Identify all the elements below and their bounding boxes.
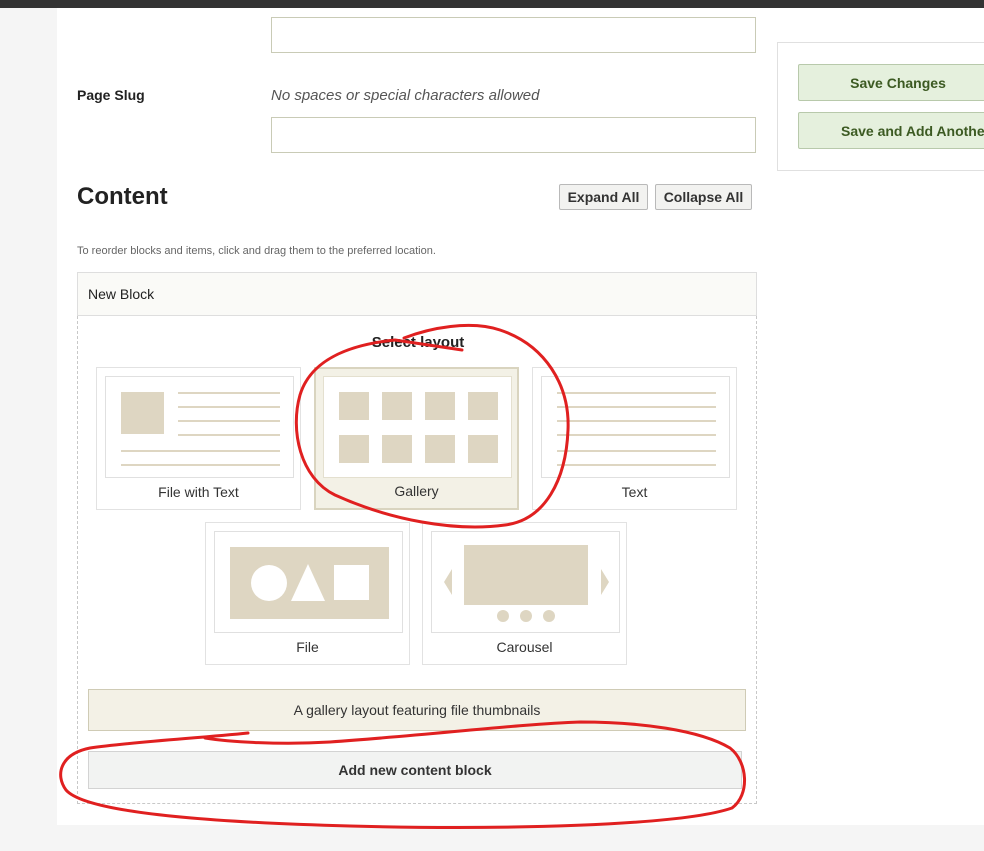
top-bar [0, 0, 984, 8]
content-block-header[interactable]: New Block [77, 272, 757, 316]
layout-option-gallery[interactable]: Gallery [314, 367, 519, 510]
reorder-instructions: To reorder blocks and items, click and d… [77, 245, 436, 257]
layout-description: A gallery layout featuring file thumbnai… [88, 689, 746, 731]
file-with-text-layout-icon [105, 376, 294, 478]
file-layout-icon [214, 531, 403, 633]
content-heading: Content [77, 183, 168, 210]
layout-label: Carousel [496, 639, 553, 655]
layout-description-text: A gallery layout featuring file thumbnai… [293, 702, 541, 718]
add-content-block-label: Add new content block [338, 762, 492, 778]
save-and-add-label: Save and Add Another Item [841, 122, 984, 139]
layout-label: File [296, 639, 319, 655]
title-input[interactable] [271, 17, 756, 53]
save-changes-button[interactable]: Save Changes [798, 64, 984, 101]
layout-label: Text [621, 484, 648, 500]
add-content-block-button[interactable]: Add new content block [88, 751, 742, 789]
page-slug-hint: No spaces or special characters allowed [271, 87, 540, 104]
collapse-all-button[interactable]: Collapse All [655, 184, 752, 210]
layout-label: File with Text [158, 484, 239, 500]
layout-label: Gallery [394, 483, 439, 499]
save-changes-label: Save Changes [850, 74, 946, 91]
layout-option-text[interactable]: Text [532, 367, 737, 510]
text-layout-icon [541, 376, 730, 478]
actions-panel [777, 42, 984, 171]
layout-option-file-with-text[interactable]: File with Text [96, 367, 301, 510]
carousel-layout-icon [431, 531, 620, 633]
gallery-layout-icon [323, 376, 512, 478]
layout-option-file[interactable]: File [205, 522, 410, 665]
content-block-title: New Block [88, 286, 155, 302]
page-slug-label: Page Slug [77, 87, 145, 103]
page-slug-input[interactable] [271, 117, 756, 153]
layout-option-carousel[interactable]: Carousel [422, 522, 627, 665]
expand-all-button[interactable]: Expand All [559, 184, 648, 210]
save-and-add-another-button[interactable]: Save and Add Another Item [798, 112, 984, 149]
select-layout-heading: Select layout [371, 334, 465, 351]
